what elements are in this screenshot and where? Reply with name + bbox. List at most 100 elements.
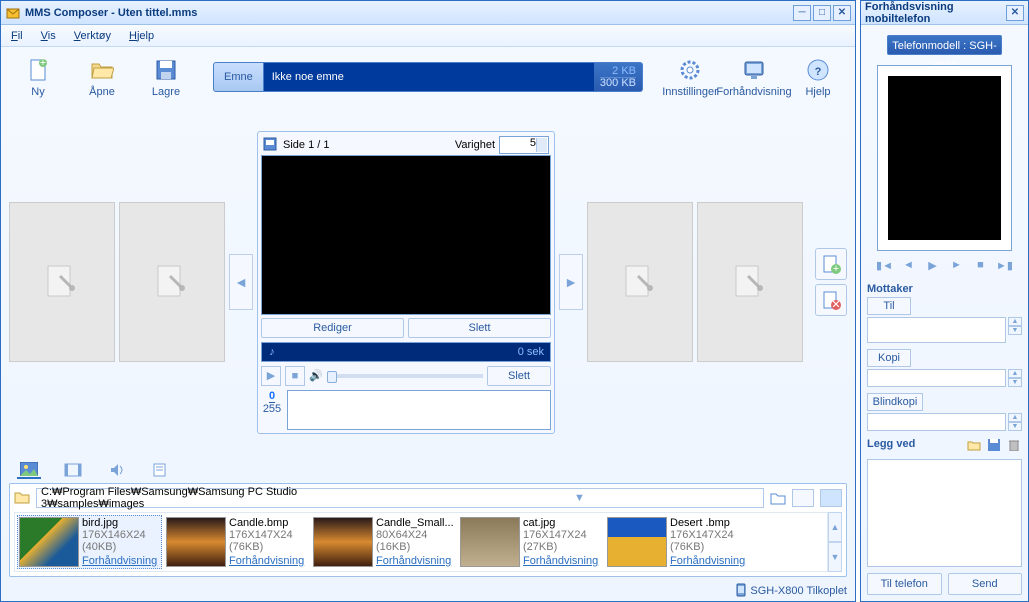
stop-button[interactable]: ■ bbox=[285, 366, 305, 386]
slide-placeholder bbox=[9, 202, 115, 362]
duration-input[interactable]: 5 bbox=[499, 136, 549, 154]
attach-save-icon[interactable] bbox=[986, 437, 1002, 453]
file-thumbnail bbox=[607, 517, 667, 567]
save-button[interactable]: Lagre bbox=[139, 56, 193, 98]
menu-help[interactable]: Hjelp bbox=[129, 30, 154, 42]
file-preview-link[interactable]: Forhåndvisning bbox=[229, 555, 304, 567]
send-button[interactable]: Send bbox=[948, 573, 1023, 595]
help-button[interactable]: ? Hjelp bbox=[791, 56, 845, 98]
page-indicator: Side 1 / 1 bbox=[283, 139, 329, 151]
prev-slide-button[interactable]: ◄ bbox=[229, 254, 253, 310]
copy-down[interactable]: ▼ bbox=[1008, 378, 1022, 387]
preview-button[interactable]: Forhåndvisning bbox=[727, 56, 781, 98]
folder-open-icon bbox=[88, 56, 116, 84]
file-dimensions: 176X147X24 bbox=[229, 529, 304, 541]
bcc-input[interactable] bbox=[867, 413, 1006, 431]
file-item[interactable]: Candle.bmp 176X147X24 (76KB) Forhåndvisn… bbox=[164, 515, 309, 569]
minimize-button[interactable]: ─ bbox=[793, 5, 811, 21]
tab-text[interactable] bbox=[149, 461, 173, 479]
to-down[interactable]: ▼ bbox=[1008, 326, 1022, 335]
main-titlebar: MMS Composer - Uten tittel.mms ─ □ ✕ bbox=[1, 1, 855, 25]
phone-model: Telefonmodell : SGH-X800 bbox=[887, 35, 1002, 55]
view-list-button[interactable] bbox=[792, 489, 814, 507]
file-item[interactable]: bird.jpg 176X146X24 (40KB) Forhåndvisnin… bbox=[17, 515, 162, 569]
slide-canvas[interactable] bbox=[261, 155, 551, 315]
file-preview-link[interactable]: Forhåndvisning bbox=[523, 555, 598, 567]
recipient-label: Mottaker bbox=[867, 283, 1022, 295]
maximize-button[interactable]: □ bbox=[813, 5, 831, 21]
to-up[interactable]: ▲ bbox=[1008, 317, 1022, 326]
next-slide-button[interactable]: ► bbox=[559, 254, 583, 310]
view-thumbs-button[interactable] bbox=[820, 489, 842, 507]
file-size: (76KB) bbox=[670, 541, 745, 553]
file-preview-link[interactable]: Forhåndvisning bbox=[670, 555, 745, 567]
tab-video[interactable] bbox=[61, 461, 85, 479]
monitor-icon bbox=[740, 56, 768, 84]
scroll-up-button[interactable]: ▲ bbox=[828, 512, 842, 542]
to-button[interactable]: Til bbox=[867, 297, 911, 315]
attach-input[interactable] bbox=[867, 459, 1022, 567]
slide-editor: Side 1 / 1 Varighet 5 Rediger Slett ♪ 0 … bbox=[257, 131, 555, 434]
text-input[interactable] bbox=[287, 390, 551, 430]
file-item[interactable]: Candle_Small... 80X64X24 (16KB) Forhåndv… bbox=[311, 515, 456, 569]
new-button[interactable]: + Ny bbox=[11, 56, 65, 98]
file-dimensions: 80X64X24 bbox=[376, 529, 454, 541]
stop-preview-button[interactable]: ■ bbox=[972, 257, 990, 273]
music-note-icon: ♪ bbox=[262, 346, 282, 358]
edit-button[interactable]: Rediger bbox=[261, 318, 404, 338]
svg-text:+: + bbox=[40, 58, 46, 69]
add-page-button[interactable]: + bbox=[815, 248, 847, 280]
file-dimensions: 176X147X24 bbox=[523, 529, 598, 541]
dropdown-icon[interactable]: ▼ bbox=[400, 491, 759, 505]
svg-text:✕: ✕ bbox=[831, 299, 840, 310]
delete-audio-button[interactable]: Slett bbox=[487, 366, 551, 386]
volume-icon: 🔊 bbox=[309, 369, 323, 382]
file-preview-link[interactable]: Forhåndvisning bbox=[82, 555, 157, 567]
copy-button[interactable]: Kopi bbox=[867, 349, 911, 367]
attach-delete-icon[interactable] bbox=[1006, 437, 1022, 453]
menu-view[interactable]: Vis bbox=[41, 30, 56, 42]
close-button[interactable]: ✕ bbox=[833, 5, 851, 21]
file-thumbnail bbox=[313, 517, 373, 567]
file-item[interactable]: Desert .bmp 176X147X24 (76KB) Forhåndvis… bbox=[605, 515, 750, 569]
file-size: (76KB) bbox=[229, 541, 304, 553]
delete-image-button[interactable]: Slett bbox=[408, 318, 551, 338]
tab-audio[interactable] bbox=[105, 461, 129, 479]
path-input[interactable]: C:₩Program Files₩Samsung₩Samsung PC Stud… bbox=[36, 488, 764, 508]
copy-input[interactable] bbox=[867, 369, 1006, 387]
to-phone-button[interactable]: Til telefon bbox=[867, 573, 942, 595]
file-item[interactable]: cat.jpg 176X147X24 (27KB) Forhåndvisning bbox=[458, 515, 603, 569]
first-button[interactable]: ▮◄ bbox=[876, 257, 894, 273]
file-dimensions: 176X147X24 bbox=[670, 529, 745, 541]
bcc-button[interactable]: Blindkopi bbox=[867, 393, 923, 411]
subject-input[interactable]: Ikke noe emne bbox=[264, 63, 594, 91]
open-button[interactable]: Åpne bbox=[75, 56, 129, 98]
attach-open-icon[interactable] bbox=[966, 437, 982, 453]
to-input[interactable] bbox=[867, 317, 1006, 343]
tab-images[interactable] bbox=[17, 461, 41, 479]
browse-folder-button[interactable] bbox=[770, 490, 786, 506]
menu-file[interactable]: Fil bbox=[11, 30, 23, 42]
play-button[interactable]: ▶ bbox=[261, 366, 281, 386]
file-name: cat.jpg bbox=[523, 517, 598, 529]
window-title: MMS Composer - Uten tittel.mms bbox=[25, 7, 197, 19]
settings-button[interactable]: Innstillinger bbox=[663, 56, 717, 98]
audio-track: ♪ 0 sek bbox=[261, 342, 551, 362]
slide-placeholder bbox=[587, 202, 693, 362]
prev-button[interactable]: ◄ bbox=[900, 257, 918, 273]
bcc-down[interactable]: ▼ bbox=[1008, 422, 1022, 431]
attach-label: Legg ved bbox=[867, 438, 915, 450]
last-button[interactable]: ►▮ bbox=[996, 257, 1014, 273]
scroll-down-button[interactable]: ▼ bbox=[828, 542, 842, 572]
next-button[interactable]: ► bbox=[948, 257, 966, 273]
volume-slider[interactable] bbox=[327, 374, 483, 378]
play-preview-button[interactable]: ▶ bbox=[924, 257, 942, 273]
file-preview-link[interactable]: Forhåndvisning bbox=[376, 555, 454, 567]
subject-field: Emne Ikke noe emne 2 KB 300 KB bbox=[213, 62, 643, 92]
delete-page-button[interactable]: ✕ bbox=[815, 284, 847, 316]
file-dimensions: 176X146X24 bbox=[82, 529, 157, 541]
copy-up[interactable]: ▲ bbox=[1008, 369, 1022, 378]
preview-close-button[interactable]: ✕ bbox=[1006, 5, 1024, 21]
bcc-up[interactable]: ▲ bbox=[1008, 413, 1022, 422]
menu-tools[interactable]: Verktøy bbox=[74, 30, 111, 42]
